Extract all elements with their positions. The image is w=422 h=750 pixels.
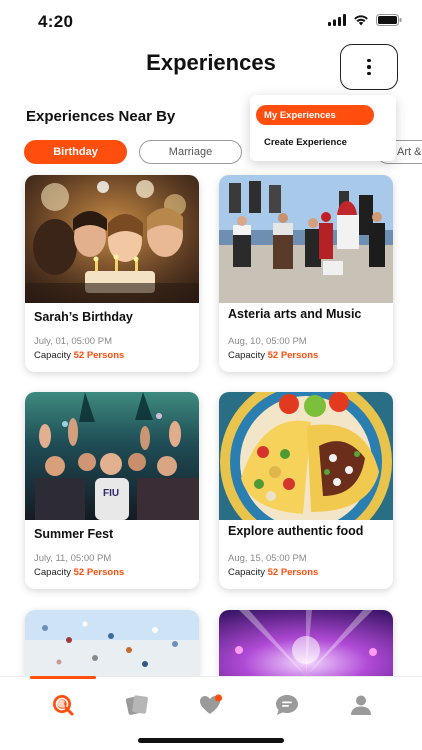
capacity-label: Capacity: [228, 350, 265, 361]
cards-icon: [125, 695, 148, 715]
status-time: 4:20: [38, 12, 74, 31]
menu-item-my-experiences[interactable]: My Experiences: [256, 105, 374, 125]
card-image: [219, 175, 393, 303]
experience-card[interactable]: Asteria arts and Music Aug, 10, 05:00 PM…: [219, 175, 393, 372]
capacity-value: 52 Persons: [267, 350, 319, 361]
experience-card[interactable]: Explore authentic food Aug, 15, 05:00 PM…: [219, 392, 393, 589]
card-date: July, 01, 05:00 PM: [34, 336, 112, 347]
capacity-value: 52 Persons: [267, 567, 319, 578]
card-date: Aug, 15, 05:00 PM: [228, 553, 307, 564]
capacity-value: 52 Persons: [73, 350, 125, 361]
status-icons: [328, 14, 402, 26]
card-capacity: Capacity 52 Persons: [228, 350, 318, 361]
svg-text:FIU: FIU: [103, 488, 119, 499]
experience-card[interactable]: [25, 610, 199, 676]
card-title: Sarah’s Birthday: [34, 310, 133, 324]
capacity-label: Capacity: [34, 567, 71, 578]
experience-card[interactable]: [219, 610, 393, 676]
wifi-icon: [354, 15, 368, 26]
card-title: Summer Fest: [34, 527, 114, 541]
home-indicator: [138, 738, 284, 743]
capacity-value: 52 Persons: [73, 567, 125, 578]
profile-icon: [351, 695, 371, 715]
active-tab-indicator: [30, 676, 96, 679]
status-bar: 4:20: [0, 0, 422, 44]
battery-icon: [376, 14, 402, 26]
card-title: Explore authentic food: [228, 524, 364, 538]
heart-notification-icon: [200, 694, 223, 714]
experience-card[interactable]: FIU Summer Fest July, 11, 05:00 PM Capac…: [25, 392, 199, 589]
tab-cards[interactable]: [117, 685, 157, 725]
card-capacity: Capacity 52 Persons: [228, 567, 318, 578]
card-capacity: Capacity 52 Persons: [34, 350, 124, 361]
cellular-signal-icon: [328, 14, 346, 26]
tab-explore[interactable]: [43, 685, 83, 725]
card-image: [25, 610, 199, 676]
chip-birthday[interactable]: Birthday: [24, 140, 127, 164]
card-date: July, 11, 05:00 PM: [34, 553, 112, 564]
experience-card[interactable]: Sarah’s Birthday July, 01, 05:00 PM Capa…: [25, 175, 199, 372]
chip-marriage[interactable]: Marriage: [139, 140, 242, 164]
card-image: FIU: [25, 392, 199, 520]
card-image: [219, 392, 393, 520]
section-title: Experiences Near By: [26, 108, 176, 125]
card-capacity: Capacity 52 Persons: [34, 567, 124, 578]
options-dropdown: My Experiences Create Experience: [250, 95, 396, 161]
explore-icon: [53, 695, 74, 716]
card-image: [219, 610, 393, 676]
card-title: Asteria arts and Music: [228, 307, 362, 321]
tab-profile[interactable]: [341, 685, 381, 725]
capacity-label: Capacity: [228, 567, 265, 578]
more-vertical-icon: [367, 58, 371, 76]
tab-messages[interactable]: [267, 685, 307, 725]
capacity-label: Capacity: [34, 350, 71, 361]
card-date: Aug, 10, 05:00 PM: [228, 336, 307, 347]
more-options-button[interactable]: [340, 44, 398, 90]
card-image: [25, 175, 199, 303]
tab-favorites[interactable]: [191, 685, 231, 725]
menu-item-create-experience[interactable]: Create Experience: [256, 132, 347, 152]
chat-icon: [276, 695, 298, 715]
